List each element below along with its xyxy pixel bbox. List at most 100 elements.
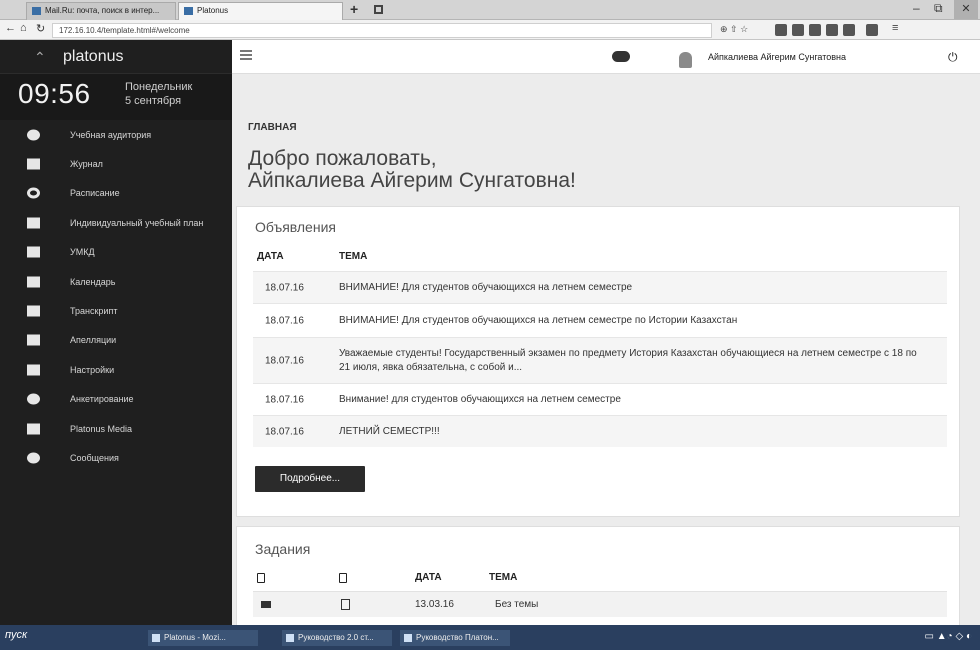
tab-overview-icon[interactable] <box>374 5 383 14</box>
app-header: Айпкалиева Айгерим Сунгатовна ⏻ <box>232 40 980 74</box>
address-bar[interactable]: 172.16.10.4/template.html#/welcome <box>52 23 712 38</box>
extension-icon[interactable] <box>792 24 804 36</box>
user-name[interactable]: Айпкалиева Айгерим Сунгатовна <box>708 52 846 62</box>
sidebar-item-media[interactable]: Platonus Media <box>0 414 232 443</box>
window-close-icon[interactable]: ✕ <box>954 0 978 19</box>
taskbar-item-label: Platonus - Mozi... <box>164 633 226 642</box>
system-tray[interactable]: ▭ ▲◔ ◇ ◐ <box>925 631 972 642</box>
welcome-line-2: Айпкалиева Айгерим Сунгатовна! <box>248 169 576 192</box>
extension-icon[interactable] <box>826 24 838 36</box>
browser-tab-title: Mail.Ru: почта, поиск в интер... <box>45 6 160 15</box>
clock-day: 5 сентября <box>125 95 182 107</box>
browser-tab-strip: Mail.Ru: почта, поиск в интер... Platonu… <box>0 0 980 20</box>
sidebar-item-label: Сообщения <box>70 452 119 463</box>
row-topic-link[interactable]: Уважаемые студенты! Государственный экза… <box>339 347 929 375</box>
sidebar-item-appeals[interactable]: Апелляции <box>0 326 232 355</box>
sidebar-item-survey[interactable]: Анкетирование <box>0 385 232 414</box>
more-button[interactable]: Подробнее... <box>255 466 365 492</box>
browser-tab-platonus[interactable]: Platonus <box>178 2 343 20</box>
sidebar-item-messages[interactable]: Сообщения <box>0 443 232 472</box>
restore-icon[interactable]: ⧉ <box>934 1 943 16</box>
os-taskbar: пуск Platonus - Mozi... Руководство 2.0 … <box>0 625 980 650</box>
sidebar-item-umkd[interactable]: УМКД <box>0 238 232 267</box>
chat-icon <box>27 452 40 464</box>
sidebar-item-label: Транскрипт <box>70 306 118 317</box>
table-row[interactable]: 18.07.16 Внимание! для студентов обучающ… <box>253 383 947 415</box>
row-topic-link[interactable]: ВНИМАНИЕ! Для студентов обучающихся на л… <box>339 281 929 295</box>
start-button[interactable]: пуск <box>5 629 27 641</box>
hamburger-menu-icon[interactable] <box>240 50 252 60</box>
row-date: 18.07.16 <box>265 426 304 437</box>
file-icon <box>257 573 265 583</box>
table-row[interactable]: 18.07.16 Уважаемые студенты! Государстве… <box>253 337 947 383</box>
platonus-favicon-icon <box>184 7 193 15</box>
row-date: 18.07.16 <box>265 282 304 293</box>
table-icon <box>27 305 40 317</box>
grid-icon <box>27 217 40 229</box>
menu-icon[interactable]: ≡ <box>892 22 898 34</box>
sidebar-menu: Учебная аудитория Журнал Расписание Инди… <box>0 120 232 473</box>
browser-tab-mail[interactable]: Mail.Ru: почта, поиск в интер... <box>26 2 176 20</box>
brand[interactable]: ⌃ platonus <box>0 40 232 74</box>
sidebar-item-label: Индивидуальный учебный план <box>70 217 204 228</box>
word-icon <box>286 634 294 642</box>
new-tab-plus-icon[interactable]: + <box>350 1 358 17</box>
sidebar-item-calendar[interactable]: Календарь <box>0 267 232 296</box>
book-icon <box>27 246 40 258</box>
extension-icon[interactable] <box>843 24 855 36</box>
sidebar-item-individual-plan[interactable]: Индивидуальный учебный план <box>0 208 232 237</box>
extension-icon[interactable] <box>775 24 787 36</box>
sidebar-item-classroom[interactable]: Учебная аудитория <box>0 120 232 149</box>
back-icon[interactable]: ← <box>5 22 16 34</box>
row-topic-link[interactable]: ЛЕТНИЙ СЕМЕСТР!!! <box>339 425 929 439</box>
table-row[interactable]: 13.03.16 Без темы <box>253 591 947 617</box>
envelope-icon[interactable] <box>261 601 271 608</box>
row-topic-link[interactable]: Внимание! для студентов обучающихся на л… <box>339 393 929 407</box>
extension-icon[interactable] <box>809 24 821 36</box>
page-actions-icon[interactable]: ⊕ ⇧ ☆ <box>720 24 748 35</box>
play-icon <box>27 423 40 435</box>
document-icon[interactable] <box>341 599 350 610</box>
sidebar-item-journal[interactable]: Журнал <box>0 149 232 178</box>
sidebar-toggle-icon[interactable] <box>866 24 878 36</box>
file-icon <box>339 573 347 583</box>
sidebar-item-schedule[interactable]: Расписание <box>0 179 232 208</box>
gavel-icon <box>27 334 40 346</box>
sidebar-item-label: Анкетирование <box>70 394 134 405</box>
sidebar-item-label: Расписание <box>70 188 120 199</box>
home-icon[interactable]: ⌂ <box>20 22 27 34</box>
taskbar-item-label: Руководство 2.0 ст... <box>298 633 374 642</box>
taskbar-item[interactable]: Руководство 2.0 ст... <box>282 630 392 646</box>
table-row[interactable]: 18.07.16 ЛЕТНИЙ СЕМЕСТР!!! <box>253 415 947 447</box>
sidebar-item-settings[interactable]: Настройки <box>0 355 232 384</box>
page-title: Добро пожаловать, Айпкалиева Айгерим Сун… <box>248 148 576 192</box>
sidebar: ⌃ platonus 09:56 Понедельник 5 сентября … <box>0 40 232 625</box>
calendar-icon <box>27 276 40 288</box>
browser-toolbar: ← ⌂ ↻ 172.16.10.4/template.html#/welcome… <box>0 20 980 40</box>
taskbar-item[interactable]: Platonus - Mozi... <box>148 630 258 646</box>
reload-icon[interactable]: ↻ <box>36 22 45 35</box>
minimize-icon[interactable]: – <box>913 1 920 15</box>
table-row[interactable]: 18.07.16 ВНИМАНИЕ! Для студентов обучающ… <box>253 303 947 337</box>
row-date: 18.07.16 <box>265 315 304 326</box>
table-row[interactable]: 18.07.16 ВНИМАНИЕ! Для студентов обучающ… <box>253 271 947 303</box>
logout-power-icon[interactable]: ⏻ <box>948 50 958 65</box>
row-date: 13.03.16 <box>415 599 454 610</box>
row-topic-link[interactable]: ВНИМАНИЕ! Для студентов обучающихся на л… <box>339 314 929 328</box>
word-icon <box>404 634 412 642</box>
sidebar-item-transcript[interactable]: Транскрипт <box>0 296 232 325</box>
address-url: 172.16.10.4/template.html#/welcome <box>59 26 190 35</box>
cloud-icon[interactable] <box>612 51 630 62</box>
firefox-icon <box>152 634 160 642</box>
wrench-icon <box>27 364 40 376</box>
row-topic-link[interactable]: Без темы <box>495 599 538 610</box>
main-content: ГЛАВНАЯ Добро пожаловать, Айпкалиева Айг… <box>232 74 980 625</box>
col-header-date: ДАТА <box>415 572 442 583</box>
avatar[interactable] <box>679 52 692 68</box>
taskbar-item[interactable]: Руководство Платон... <box>400 630 510 646</box>
announcements-table: 18.07.16 ВНИМАНИЕ! Для студентов обучающ… <box>253 271 947 447</box>
clock-widget: 09:56 Понедельник 5 сентября <box>0 74 232 120</box>
brand-name: platonus <box>63 48 124 65</box>
sidebar-item-label: Platonus Media <box>70 423 133 434</box>
announcements-card: Объявления ДАТА ТЕМА 18.07.16 ВНИМАНИЕ! … <box>236 206 960 517</box>
